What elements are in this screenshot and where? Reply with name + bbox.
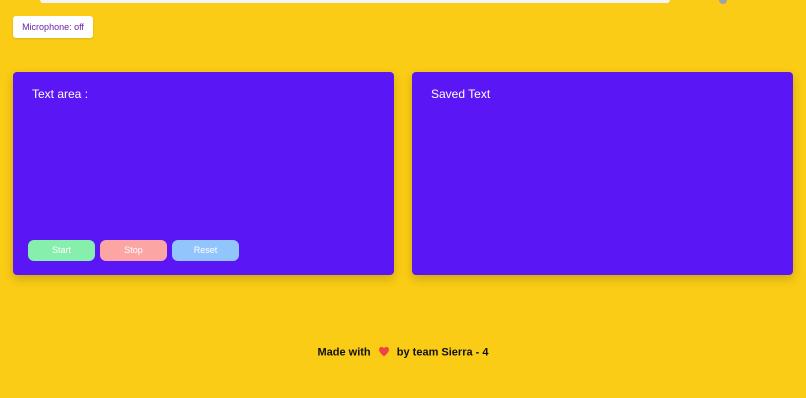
saved-text-panel: Saved Text	[412, 72, 793, 275]
footer-credit: Made with by team Sierra - 4	[0, 346, 806, 359]
stop-button[interactable]: Stop	[100, 240, 167, 261]
text-area-title: Text area :	[32, 87, 89, 101]
saved-text-title: Saved Text	[431, 87, 491, 101]
microphone-status: Microphone: off	[13, 16, 93, 38]
reset-button[interactable]: Reset	[172, 240, 239, 261]
address-bar-edge	[40, 0, 670, 3]
footer-prefix: Made with	[317, 346, 371, 359]
heart-icon	[378, 347, 389, 357]
window-control	[719, 0, 727, 4]
footer-suffix: by team Sierra - 4	[396, 346, 489, 359]
start-button[interactable]: Start	[28, 240, 95, 261]
text-area-panel[interactable]: Text area : Start Stop Reset	[13, 72, 394, 275]
top-strip	[0, 0, 806, 4]
